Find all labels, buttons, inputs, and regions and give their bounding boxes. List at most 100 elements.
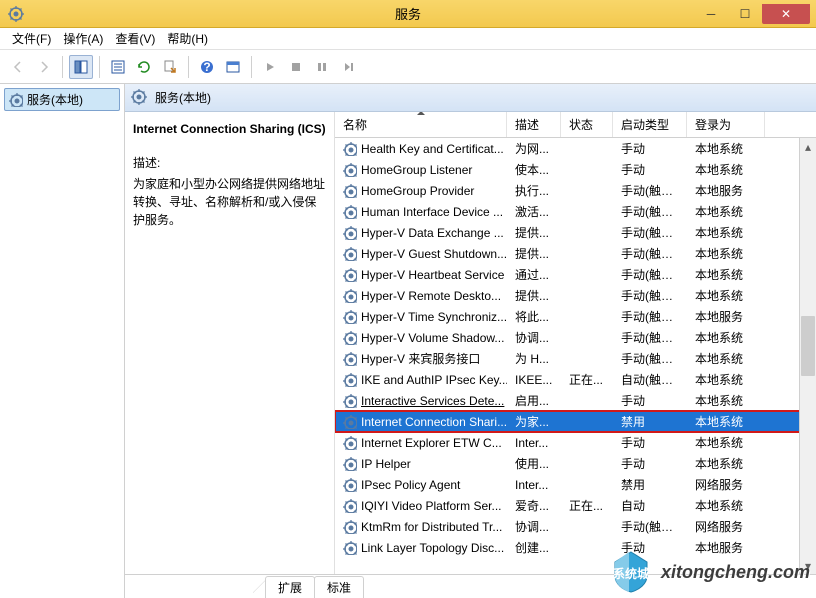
- service-logon: 本地系统: [687, 266, 765, 283]
- service-start: 手动(触发...: [613, 308, 687, 325]
- service-name: IQIYI Video Platform Ser...: [361, 499, 502, 513]
- service-logon: 本地服务: [687, 182, 765, 199]
- maximize-button[interactable]: ☐: [728, 4, 762, 24]
- minimize-button[interactable]: ─: [694, 4, 728, 24]
- tab-extended[interactable]: 扩展: [265, 576, 315, 598]
- menu-file[interactable]: 文件(F): [6, 28, 57, 49]
- restart-service-button[interactable]: [336, 55, 360, 79]
- table-row[interactable]: IP Helper使用...手动本地系统: [335, 453, 816, 474]
- table-row[interactable]: IKE and AuthIP IPsec Key...IKEE...正在...自…: [335, 369, 816, 390]
- table-row[interactable]: Internet Connection Shari...为家...禁用本地系统: [335, 411, 816, 432]
- service-name: Hyper-V 来宾服务接口: [361, 350, 480, 367]
- table-row[interactable]: KtmRm for Distributed Tr...协调...手动(触发...…: [335, 516, 816, 537]
- table-row[interactable]: IPsec Policy AgentInter...禁用网络服务: [335, 474, 816, 495]
- tab-standard[interactable]: 标准: [314, 576, 364, 598]
- table-row[interactable]: Hyper-V Time Synchroniz...将此...手动(触发...本…: [335, 306, 816, 327]
- column-startup-type[interactable]: 启动类型: [613, 112, 687, 137]
- watermark: 系统城 xitongcheng.com: [607, 548, 810, 596]
- back-button[interactable]: [6, 55, 30, 79]
- scroll-thumb[interactable]: [801, 316, 815, 376]
- table-row[interactable]: Human Interface Device ...激活...手动(触发...本…: [335, 201, 816, 222]
- column-logon-as[interactable]: 登录为: [687, 112, 765, 137]
- table-row[interactable]: Hyper-V Data Exchange ...提供...手动(触发...本地…: [335, 222, 816, 243]
- service-logon: 本地系统: [687, 392, 765, 409]
- forward-button[interactable]: [32, 55, 56, 79]
- column-description[interactable]: 描述: [507, 112, 561, 137]
- service-logon: 本地系统: [687, 413, 765, 430]
- service-logon: 网络服务: [687, 518, 765, 535]
- column-status[interactable]: 状态: [561, 112, 613, 137]
- service-name: IPsec Policy Agent: [361, 478, 460, 492]
- service-name: IKE and AuthIP IPsec Key...: [361, 373, 507, 387]
- service-name: Hyper-V Heartbeat Service: [361, 268, 504, 282]
- service-desc: 执行...: [507, 182, 561, 199]
- table-row[interactable]: Health Key and Certificat...为网...手动本地系统: [335, 138, 816, 159]
- service-logon: 本地系统: [687, 371, 765, 388]
- pane-header: 服务(本地): [125, 84, 816, 112]
- service-logon: 本地系统: [687, 455, 765, 472]
- service-desc: 为 H...: [507, 350, 561, 367]
- gear-icon: [343, 394, 357, 408]
- table-row[interactable]: Hyper-V 来宾服务接口为 H...手动(触发...本地系统: [335, 348, 816, 369]
- start-service-button[interactable]: [258, 55, 282, 79]
- service-logon: 本地系统: [687, 161, 765, 178]
- column-name[interactable]: 名称: [335, 112, 507, 137]
- service-start: 禁用: [613, 476, 687, 493]
- menu-action[interactable]: 操作(A): [57, 28, 109, 49]
- pause-service-button[interactable]: [310, 55, 334, 79]
- help-button[interactable]: ?: [195, 55, 219, 79]
- service-start: 手动(触发...: [613, 224, 687, 241]
- selected-service-name: Internet Connection Sharing (ICS): [133, 122, 326, 136]
- export-button[interactable]: [158, 55, 182, 79]
- scroll-up-arrow[interactable]: ▴: [800, 138, 816, 155]
- menu-view[interactable]: 查看(V): [109, 28, 161, 49]
- app-icon: [8, 6, 24, 22]
- menubar: 文件(F) 操作(A) 查看(V) 帮助(H): [0, 28, 816, 50]
- service-start: 手动(触发...: [613, 518, 687, 535]
- service-start: 手动(触发...: [613, 350, 687, 367]
- service-desc: 使用...: [507, 455, 561, 472]
- dialog-button[interactable]: [221, 55, 245, 79]
- table-row[interactable]: Internet Explorer ETW C...Inter...手动本地系统: [335, 432, 816, 453]
- service-start: 手动: [613, 434, 687, 451]
- service-desc: 通过...: [507, 266, 561, 283]
- gear-icon: [343, 478, 357, 492]
- service-logon: 本地系统: [687, 497, 765, 514]
- table-row[interactable]: HomeGroup Provider执行...手动(触发...本地服务: [335, 180, 816, 201]
- gear-icon: [343, 436, 357, 450]
- table-row[interactable]: Interactive Services Dete...启用...手动本地系统: [335, 390, 816, 411]
- service-name: Link Layer Topology Disc...: [361, 541, 504, 555]
- vertical-scrollbar[interactable]: ▴ ▾: [799, 138, 816, 574]
- table-row[interactable]: HomeGroup Listener使本...手动本地系统: [335, 159, 816, 180]
- close-button[interactable]: ✕: [762, 4, 810, 24]
- gear-icon: [343, 331, 357, 345]
- service-logon: 本地系统: [687, 224, 765, 241]
- gear-icon: [343, 415, 357, 429]
- toolbar: ?: [0, 50, 816, 84]
- service-logon: 本地系统: [687, 287, 765, 304]
- properties-button[interactable]: [106, 55, 130, 79]
- stop-service-button[interactable]: [284, 55, 308, 79]
- refresh-button[interactable]: [132, 55, 156, 79]
- table-row[interactable]: Hyper-V Volume Shadow...协调...手动(触发...本地系…: [335, 327, 816, 348]
- table-row[interactable]: Hyper-V Heartbeat Service通过...手动(触发...本地…: [335, 264, 816, 285]
- window-title: 服务: [395, 4, 421, 23]
- service-desc: 为家...: [507, 413, 561, 430]
- gear-icon: [343, 142, 357, 156]
- service-desc: 为网...: [507, 140, 561, 157]
- table-row[interactable]: Hyper-V Remote Deskto...提供...手动(触发...本地系…: [335, 285, 816, 306]
- description-label: 描述:: [133, 154, 326, 171]
- table-row[interactable]: IQIYI Video Platform Ser...爱奇...正在...自动本…: [335, 495, 816, 516]
- service-logon: 本地系统: [687, 140, 765, 157]
- service-start: 手动(触发...: [613, 329, 687, 346]
- service-start: 手动(触发...: [613, 287, 687, 304]
- gear-icon: [343, 310, 357, 324]
- service-status: 正在...: [561, 371, 613, 388]
- service-logon: 本地系统: [687, 245, 765, 262]
- table-row[interactable]: Hyper-V Guest Shutdown...提供...手动(触发...本地…: [335, 243, 816, 264]
- menu-help[interactable]: 帮助(H): [161, 28, 214, 49]
- tree-root-services[interactable]: 服务(本地): [4, 88, 120, 111]
- svg-text:系统城: 系统城: [613, 566, 649, 581]
- service-logon: 本地服务: [687, 308, 765, 325]
- show-hide-tree-button[interactable]: [69, 55, 93, 79]
